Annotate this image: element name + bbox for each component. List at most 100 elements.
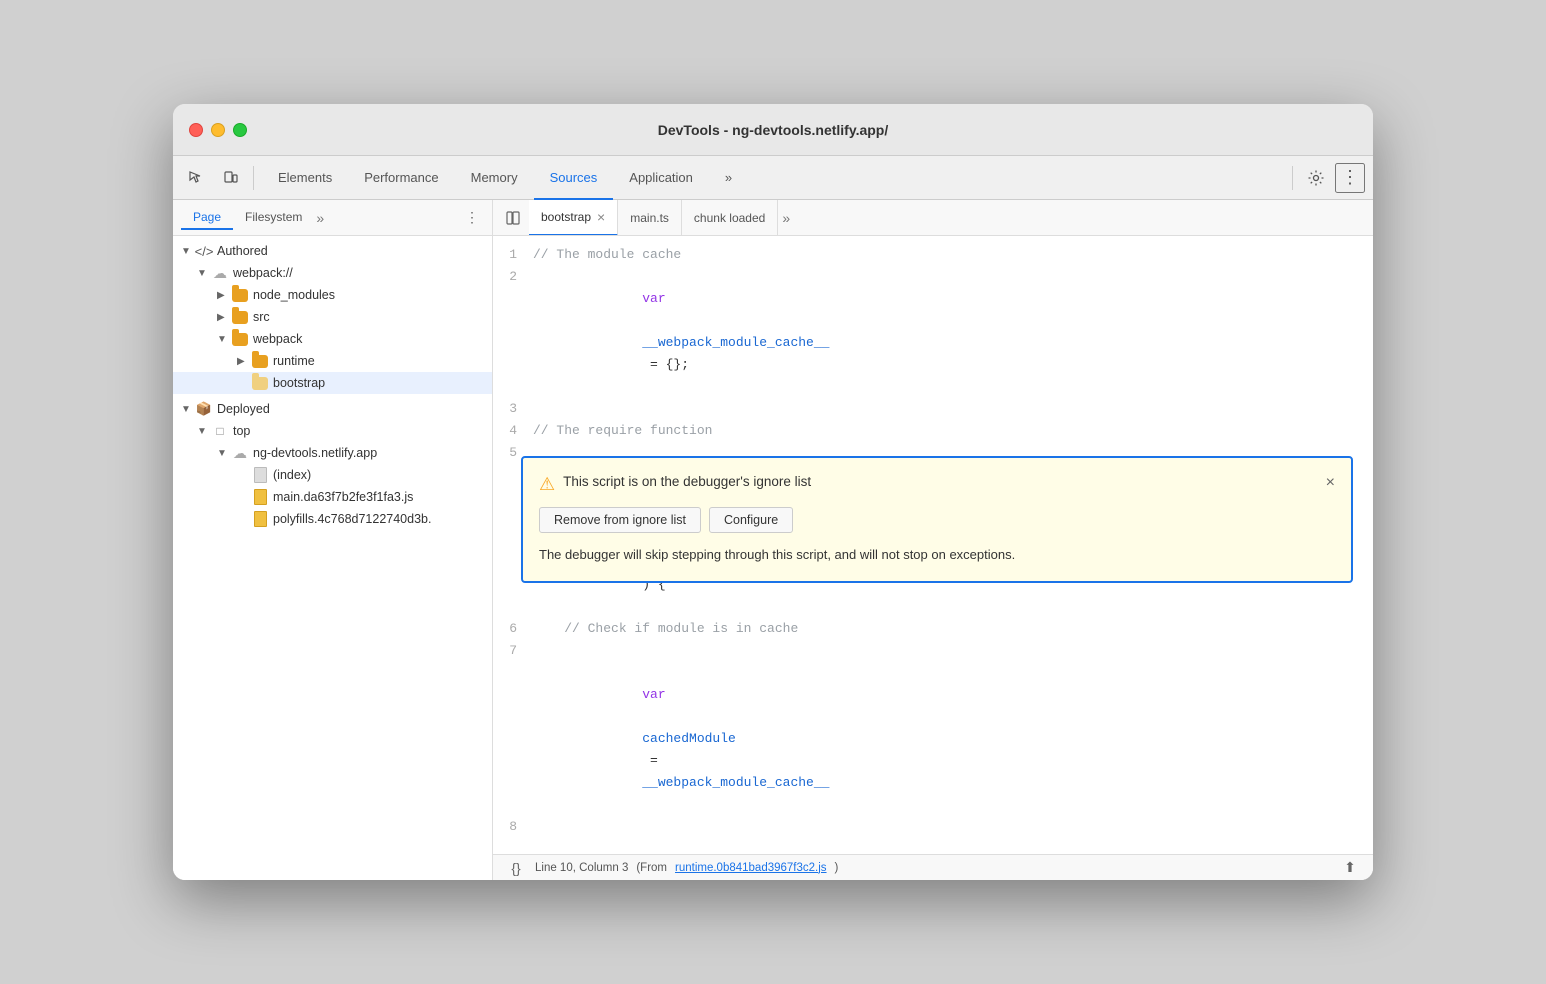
tab-label-bootstrap: bootstrap	[541, 210, 591, 224]
editor-tab-main-ts[interactable]: main.ts	[618, 200, 682, 236]
more-options-button[interactable]: ⋮	[1335, 163, 1365, 193]
box-folder-icon: □	[211, 422, 229, 440]
file-panel-tab-page[interactable]: Page	[181, 206, 233, 230]
tree-runtime[interactable]: ▶ runtime	[173, 350, 492, 372]
file-tree: ▼ </> Authored ▼ ☁ webpack:// ▶ node_mod…	[173, 236, 492, 880]
file-light-icon	[251, 374, 269, 392]
status-bar-right: ⬆	[1339, 857, 1361, 879]
folder-icon	[251, 352, 269, 370]
code-line-2: 2 var __webpack_module_cache__ = {};	[493, 266, 1373, 398]
file-doc-icon	[251, 466, 269, 484]
tree-section-authored[interactable]: ▼ </> Authored	[173, 240, 492, 262]
tab-sources[interactable]: Sources	[534, 156, 614, 200]
status-location: Line 10, Column 3	[535, 862, 628, 874]
file-panel-actions: ⋮	[460, 206, 484, 230]
device-toggle-button[interactable]	[215, 163, 245, 193]
folder-icon	[231, 308, 249, 326]
configure-button[interactable]: Configure	[709, 507, 793, 533]
tab-elements[interactable]: Elements	[262, 156, 348, 200]
editor-tabs: bootstrap × main.ts chunk loaded »	[493, 200, 1373, 236]
close-button[interactable]	[189, 123, 203, 137]
tree-polyfills-js[interactable]: polyfills.4c768d7122740d3b.	[173, 508, 492, 530]
file-yellow-icon	[251, 488, 269, 506]
code-line-6: 6 // Check if module is in cache	[493, 618, 1373, 640]
close-popup-button[interactable]: ×	[1326, 474, 1335, 492]
tab-performance[interactable]: Performance	[348, 156, 454, 200]
format-button[interactable]: {}	[505, 857, 527, 879]
code-editor[interactable]: 1 // The module cache 2 var __webpack_mo…	[493, 236, 1373, 854]
deployed-label: Deployed	[217, 402, 484, 416]
tree-node-modules[interactable]: ▶ node_modules	[173, 284, 492, 306]
tab-application[interactable]: Application	[613, 156, 709, 200]
code-line-8: 8 if ( cachedModule !== undefined) {	[493, 816, 1373, 854]
editor-tab-bootstrap[interactable]: bootstrap ×	[529, 200, 618, 236]
webpack-folder-label: webpack	[253, 332, 484, 346]
expand-arrow: ▼	[181, 404, 195, 415]
tree-ng-devtools[interactable]: ▼ ☁ ng-devtools.netlify.app	[173, 442, 492, 464]
main-content: Page Filesystem » ⋮ ▼ </> Authored	[173, 200, 1373, 880]
tree-section-deployed[interactable]: ▼ 📦 Deployed	[173, 398, 492, 420]
collapse-sidebar-button[interactable]	[501, 206, 525, 230]
toolbar-end: ⋮	[1288, 163, 1365, 193]
node-modules-label: node_modules	[253, 288, 484, 302]
ignore-popup-title: This script is on the debugger's ignore …	[563, 474, 1318, 489]
maximize-button[interactable]	[233, 123, 247, 137]
source-link[interactable]: runtime.0b841bad3967f3c2.js	[675, 862, 827, 874]
ignore-popup-header: ⚠ This script is on the debugger's ignor…	[539, 474, 1335, 495]
tree-bootstrap-file[interactable]: bootstrap	[173, 372, 492, 394]
tree-webpack-root[interactable]: ▼ ☁ webpack://	[173, 262, 492, 284]
file-panel-tab-more[interactable]: »	[316, 210, 324, 226]
toolbar-tabs: Elements Performance Memory Sources Appl…	[262, 156, 1284, 200]
expand-arrow: ▼	[217, 448, 231, 459]
file-panel-tab-filesystem[interactable]: Filesystem	[233, 206, 314, 230]
line-content-1: // The module cache	[533, 244, 1373, 266]
code-line-7: 7 var cachedModule = __webpack_module_ca…	[493, 640, 1373, 816]
folder-icon	[231, 286, 249, 304]
line-content-3	[533, 398, 1373, 420]
line-content-4: // The require function	[533, 420, 1373, 442]
expand-arrow: ▼	[217, 334, 231, 345]
tree-webpack-folder[interactable]: ▼ webpack	[173, 328, 492, 350]
file-panel: Page Filesystem » ⋮ ▼ </> Authored	[173, 200, 493, 880]
devtools-window: DevTools - ng-devtools.netlify.app/ Elem…	[173, 104, 1373, 880]
line-num-6: 6	[493, 618, 533, 640]
line-num-7: 7	[493, 640, 533, 662]
tab-more[interactable]: »	[709, 156, 748, 200]
tree-main-js[interactable]: main.da63f7b2fe3f1fa3.js	[173, 486, 492, 508]
remove-from-ignore-list-button[interactable]: Remove from ignore list	[539, 507, 701, 533]
tree-index-file[interactable]: (index)	[173, 464, 492, 486]
line-content-2: var __webpack_module_cache__ = {};	[533, 266, 1373, 398]
close-tab-bootstrap[interactable]: ×	[597, 209, 605, 225]
new-file-button[interactable]: ⋮	[460, 206, 484, 230]
expand-arrow: ▼	[197, 426, 211, 437]
inspect-element-button[interactable]	[181, 163, 211, 193]
line-content-7: var cachedModule = __webpack_module_cach…	[533, 640, 1373, 816]
tab-memory[interactable]: Memory	[455, 156, 534, 200]
tab-label-main-ts: main.ts	[630, 211, 669, 225]
editor-tab-more[interactable]: »	[782, 210, 790, 226]
tree-top[interactable]: ▼ □ top	[173, 420, 492, 442]
no-arrow	[237, 378, 251, 389]
expand-arrow: ▼	[181, 246, 195, 257]
minimize-button[interactable]	[211, 123, 225, 137]
scroll-to-top-button[interactable]: ⬆	[1339, 857, 1361, 879]
expand-arrow: ▼	[197, 268, 211, 279]
authored-label: Authored	[217, 244, 484, 258]
webpack-label: webpack://	[233, 266, 484, 280]
settings-button[interactable]	[1301, 163, 1331, 193]
editor-tab-chunk-loaded[interactable]: chunk loaded	[682, 200, 778, 236]
cloud-icon: ☁	[211, 264, 229, 282]
title-bar: DevTools - ng-devtools.netlify.app/	[173, 104, 1373, 156]
top-label: top	[233, 424, 484, 438]
box-icon: 📦	[195, 400, 213, 418]
ignore-popup-description: The debugger will skip stepping through …	[539, 545, 1335, 565]
index-label: (index)	[273, 468, 484, 482]
code-icon: </>	[195, 242, 213, 260]
toolbar-divider	[253, 166, 254, 190]
ng-devtools-label: ng-devtools.netlify.app	[253, 446, 484, 460]
runtime-label: runtime	[273, 354, 484, 368]
expand-arrow: ▶	[217, 290, 231, 301]
folder-icon	[231, 330, 249, 348]
tab-label-chunk-loaded: chunk loaded	[694, 211, 765, 225]
tree-src[interactable]: ▶ src	[173, 306, 492, 328]
